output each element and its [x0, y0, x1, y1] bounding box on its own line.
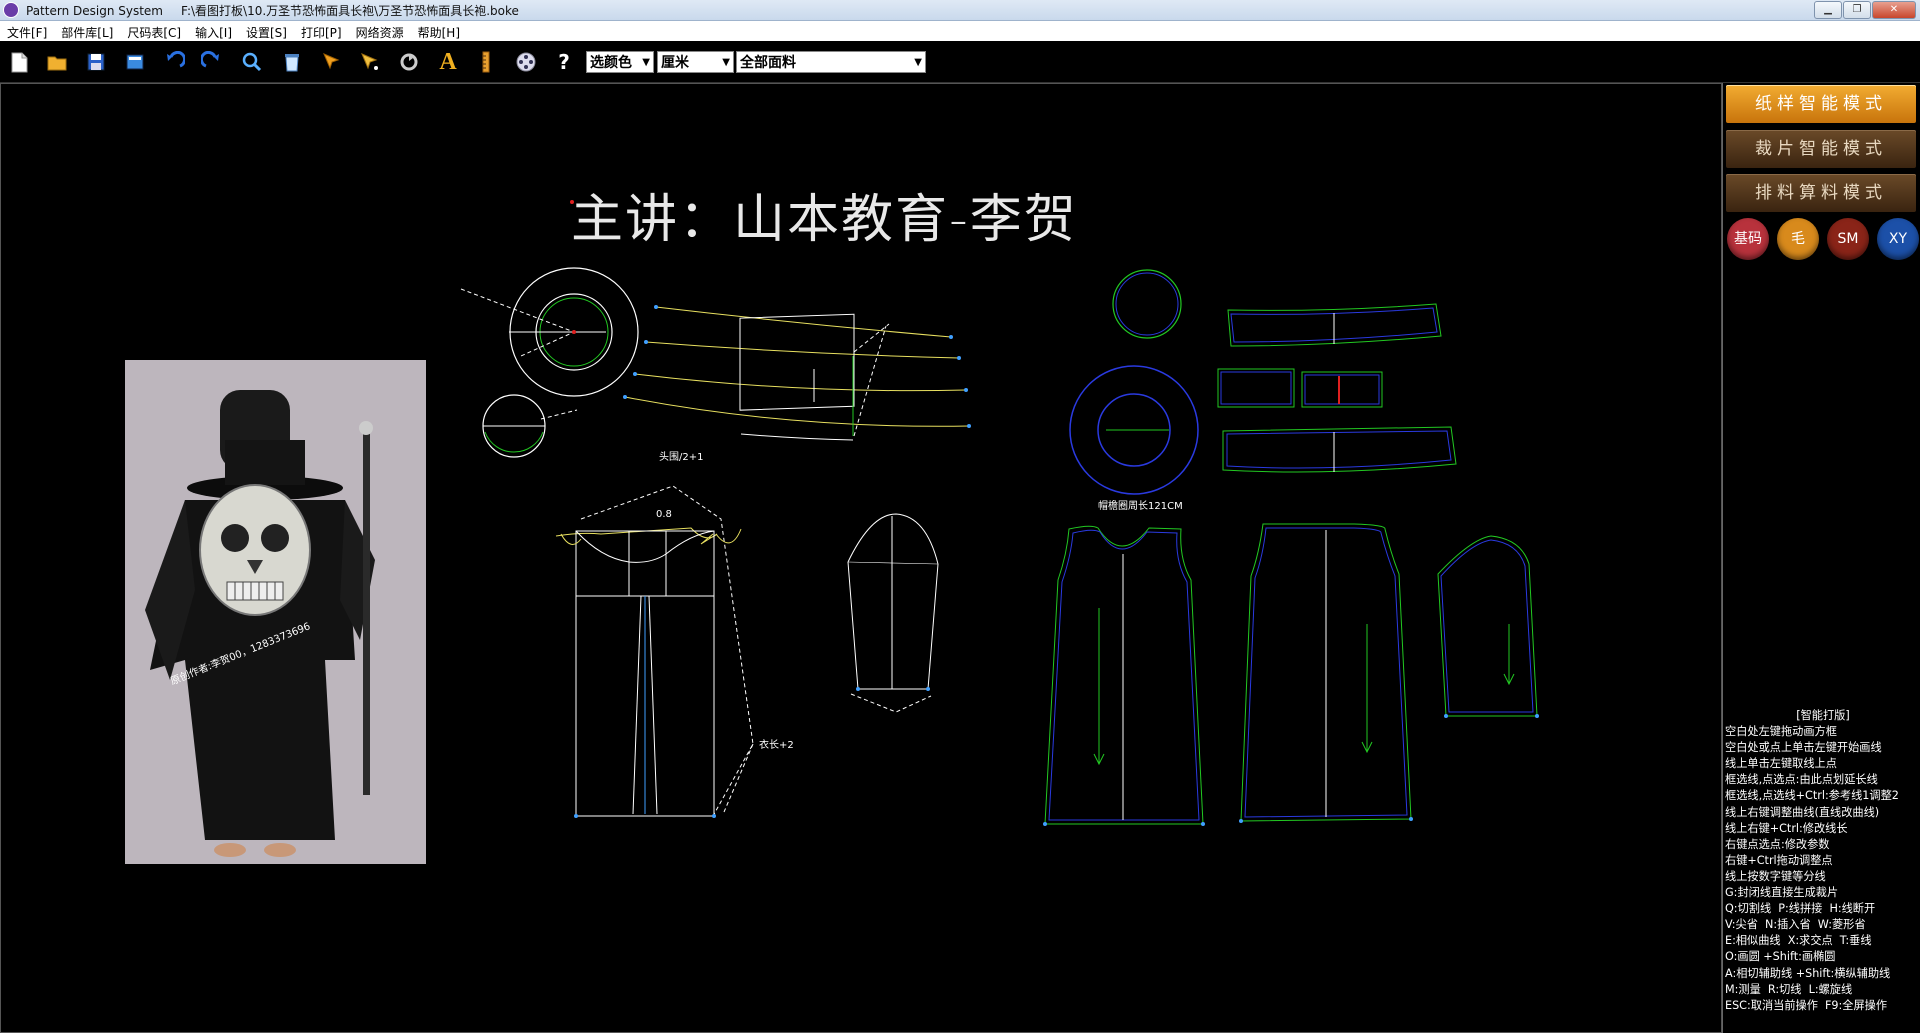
point-arrow-icon[interactable] — [358, 50, 382, 74]
app-name: Pattern Design System — [26, 4, 163, 18]
ruler-icon[interactable] — [474, 50, 498, 74]
menu-file[interactable]: 文件[F] — [0, 21, 54, 41]
band-strip-2a — [1217, 368, 1295, 408]
measure-value-label: 0.8 — [656, 509, 672, 520]
help-line: E:相似曲线 X:求交点 T:垂线 — [1725, 934, 1872, 948]
help-line: 右键+Ctrl拖动调整点 — [1725, 853, 1833, 867]
xy-button[interactable]: XY — [1877, 218, 1919, 260]
band-strip-2b — [1301, 371, 1383, 408]
window-controls: ▁ ❐ ✕ — [1814, 1, 1916, 19]
help-line: A:相切辅助线 +Shift:横纵辅助线 — [1725, 966, 1891, 980]
help-icon[interactable]: ? — [552, 50, 576, 74]
minimize-button[interactable]: ▁ — [1814, 1, 1842, 19]
help-tool-label: ? — [558, 50, 570, 74]
save-as-icon[interactable] — [123, 50, 147, 74]
open-folder-icon[interactable] — [45, 50, 69, 74]
help-line: V:尖省 N:插入省 W:菱形省 — [1725, 918, 1866, 932]
hat-crown-curve — [655, 306, 952, 338]
help-lines: 空白处左键拖动画方框空白处或点上单击左键开始画线 线上单击左键取线上点框选线,点选… — [1725, 724, 1920, 1014]
chevron-down-icon: ▼ — [642, 57, 650, 68]
help-line: 框选线,点选线+Ctrl:参考线1调整2 — [1725, 789, 1899, 803]
menu-bar: 文件[F] 部件库[L] 尺码表[C] 输入[I] 设置[S] 打印[P] 网络… — [0, 21, 1920, 41]
right-panel: 纸样智能模式 裁片智能模式 排料算料模式 基码 毛 SM XY [智能打版] 空白… — [1722, 83, 1920, 1033]
rotate-icon[interactable] — [397, 50, 421, 74]
hat-crown-rect — [739, 313, 855, 411]
help-line: 线上右键调整曲线(直线改曲线) — [1725, 805, 1880, 819]
help-title: [智能打版] — [1796, 709, 1850, 722]
unit-select[interactable]: 厘米 ▼ — [657, 51, 734, 73]
menu-size-chart[interactable]: 尺码表[C] — [120, 21, 188, 41]
base-size-button[interactable]: 基码 — [1727, 218, 1769, 260]
help-line: ESC:取消当前操作 F9:全屏操作 — [1725, 998, 1888, 1012]
text-tool-label: A — [439, 48, 457, 75]
help-line: G:封闭线直接生成裁片 — [1725, 886, 1839, 900]
control-points — [574, 305, 1539, 826]
menu-help[interactable]: 帮助[H] — [411, 21, 467, 41]
color-select-value: 选颜色 — [590, 55, 632, 71]
fabric-select[interactable]: 全部面料 ▼ — [736, 51, 926, 73]
zoom-icon[interactable] — [240, 50, 264, 74]
sm-button[interactable]: SM — [1827, 218, 1869, 260]
pattern-mode-button[interactable]: 纸样智能模式 — [1726, 85, 1916, 123]
close-button[interactable]: ✕ — [1872, 1, 1916, 19]
save-icon[interactable] — [84, 50, 108, 74]
app-icon — [3, 2, 19, 18]
seam-allowance-button[interactable]: 毛 — [1777, 218, 1819, 260]
drawing-canvas[interactable]: 主讲：山本教育-李贺 原创作者:李贺00，1283373696 头围/2+1 帽… — [0, 83, 1722, 1033]
sleeve-piece — [1437, 535, 1538, 717]
help-line: 右键点选点:修改参数 — [1725, 837, 1830, 851]
fabric-select-value: 全部面料 — [740, 55, 796, 71]
text-icon[interactable]: A — [436, 48, 460, 75]
window-title: Pattern Design System F:\看图打板\10.万圣节恐怖面具长… — [26, 2, 519, 19]
help-line: 线上按数字键等分线 — [1725, 869, 1826, 883]
help-line: 框选线,点选点:由此点划延长线 — [1725, 773, 1878, 787]
new-file-icon[interactable] — [7, 50, 31, 74]
chevron-down-icon: ▼ — [914, 57, 922, 68]
robe-length-label: 衣长+2 — [759, 740, 794, 751]
help-line: Q:切割线 P:线拼接 H:线断开 — [1725, 902, 1876, 916]
delete-icon[interactable] — [280, 50, 304, 74]
cut-piece-mode-button[interactable]: 裁片智能模式 — [1726, 130, 1916, 168]
unit-select-value: 厘米 — [661, 55, 689, 71]
restore-button[interactable]: ❐ — [1843, 1, 1871, 19]
robe-front-piece — [1044, 525, 1204, 825]
pattern-drawing — [460, 200, 1539, 826]
undo-icon[interactable] — [162, 50, 186, 74]
menu-settings[interactable]: 设置[S] — [239, 21, 294, 41]
hat-circ-label: 帽檐圈周长121CM — [1098, 501, 1183, 512]
small-circle-piece — [1112, 269, 1182, 339]
menu-parts-library[interactable]: 部件库[L] — [54, 21, 120, 41]
help-line: 线上右键+Ctrl:修改线长 — [1725, 821, 1848, 835]
menu-print[interactable]: 打印[P] — [294, 21, 349, 41]
help-line: 线上单击左键取线上点 — [1725, 757, 1837, 771]
help-line: M:测量 R:切线 L:螺旋线 — [1725, 982, 1853, 996]
marker-mode-button[interactable]: 排料算料模式 — [1726, 174, 1916, 212]
redo-icon[interactable] — [200, 50, 224, 74]
toolbar: A ? 选颜色 ▼ 厘米 ▼ 全部面料 ▼ — [0, 42, 1920, 83]
film-reel-icon[interactable] — [514, 50, 538, 74]
chevron-down-icon: ▼ — [722, 57, 730, 68]
head-circ-label: 头围/2+1 — [659, 452, 704, 463]
color-select[interactable]: 选颜色 ▼ — [586, 51, 654, 73]
menu-input[interactable]: 输入[I] — [188, 21, 239, 41]
select-arrow-icon[interactable] — [320, 50, 344, 74]
help-line: 空白处左键拖动画方框 — [1725, 725, 1837, 739]
help-panel: [智能打版] 空白处左键拖动画方框空白处或点上单击左键开始画线 线上单击左键取线上点… — [1725, 708, 1920, 1014]
menu-network[interactable]: 网络资源 — [349, 21, 411, 41]
file-path: F:\看图打板\10.万圣节恐怖面具长袍\万圣节恐怖面具长袍.boke — [180, 4, 519, 18]
title-bar: Pattern Design System F:\看图打板\10.万圣节恐怖面具长… — [0, 0, 1920, 21]
help-line: O:画圆 +Shift:画椭圆 — [1725, 950, 1836, 964]
sleeve-draft — [847, 513, 939, 565]
help-line: 空白处或点上单击左键开始画线 — [1725, 741, 1882, 755]
